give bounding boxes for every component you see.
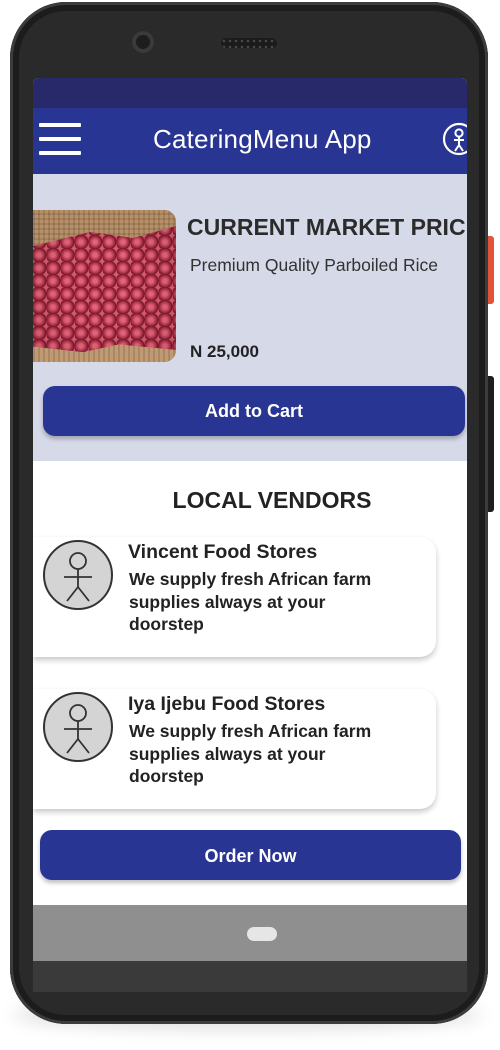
market-price-card: CURRENT MARKET PRICE Premium Quality Par… (33, 174, 467, 461)
vendor-description: We supply fresh African farm supplies al… (129, 569, 372, 634)
stick-figure-avatar-icon (43, 692, 113, 762)
add-to-cart-button[interactable]: Add to Cart (43, 386, 465, 436)
vendor-name: Iya Ijebu Food Stores (128, 693, 326, 715)
status-bar (33, 78, 467, 108)
hamburger-menu-icon[interactable] (39, 123, 81, 157)
stick-figure-avatar-icon (43, 540, 113, 610)
vendor-card[interactable]: Vincent Food Stores We supply fresh Afri… (33, 537, 436, 657)
vendor-card[interactable]: Iya Ijebu Food Stores We supply fresh Af… (33, 689, 436, 809)
front-camera (132, 31, 154, 53)
vendor-description: We supply fresh African farm supplies al… (129, 721, 372, 786)
product-image-onions (33, 210, 176, 362)
home-pill-icon[interactable] (247, 927, 277, 941)
product-price: N 25,000 (190, 342, 259, 361)
volume-button (488, 376, 494, 512)
order-now-button[interactable]: Order Now (40, 830, 461, 880)
power-button (488, 236, 494, 304)
navigation-bar (33, 905, 467, 992)
person-circle-icon[interactable] (442, 122, 467, 156)
vendor-name: Vincent Food Stores (128, 541, 318, 563)
local-vendors-heading: LOCAL VENDORS (172, 487, 372, 513)
market-price-heading: CURRENT MARKET PRICE (187, 214, 467, 240)
app-bar: CateringMenu App (33, 108, 467, 174)
earpiece-speaker (221, 38, 277, 48)
app-title: CateringMenu App (153, 124, 372, 154)
phone-screen: CateringMenu App CURRENT MARKET PRICE Pr… (33, 78, 467, 992)
local-vendors-section: LOCAL VENDORS Vincent Food Stores We sup… (33, 461, 467, 905)
product-description: Premium Quality Parboiled Rice (190, 255, 439, 275)
